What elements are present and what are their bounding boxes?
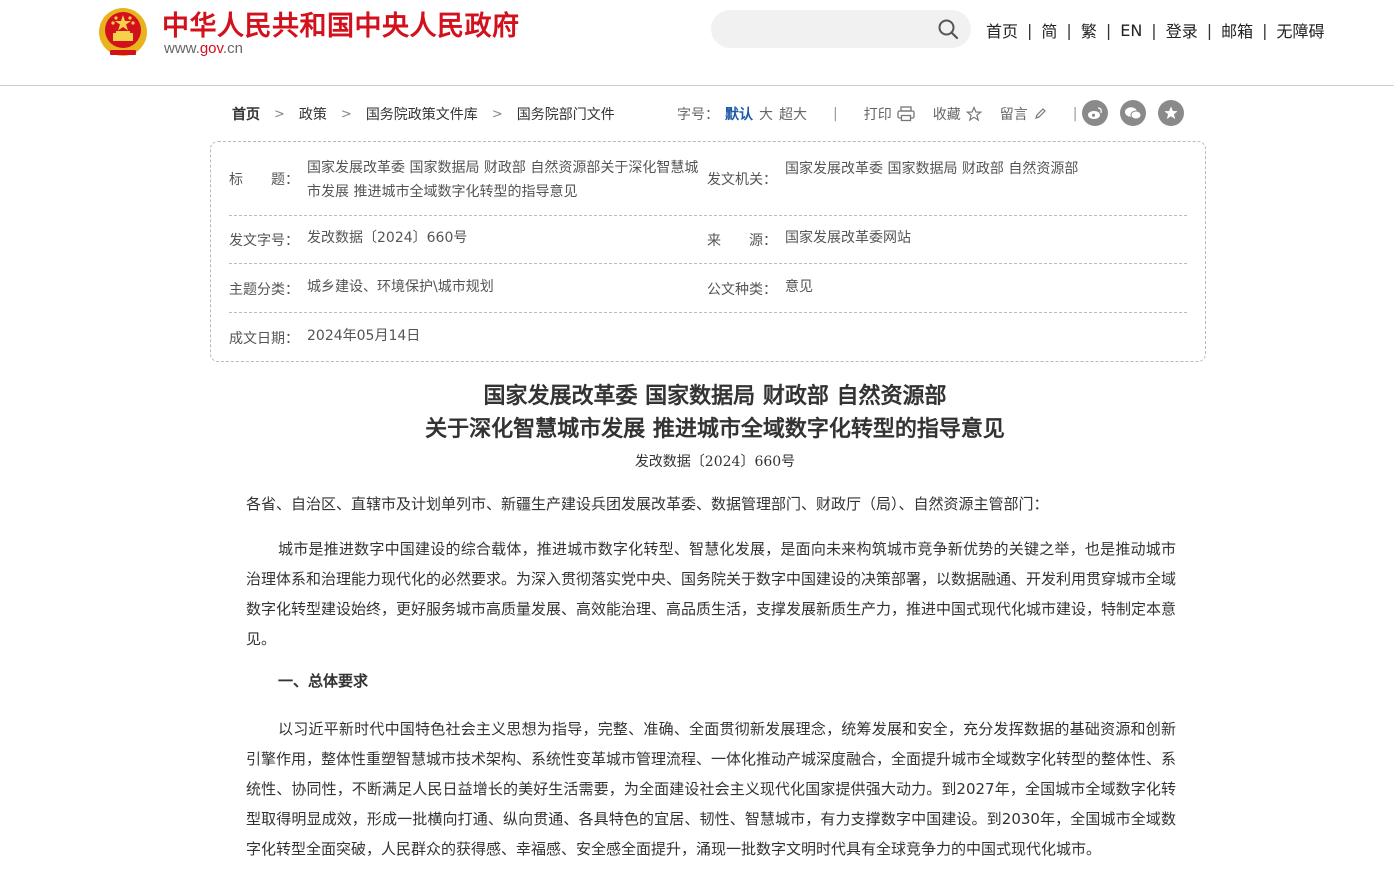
article-title-line2: 关于深化智慧城市发展 推进城市全域数字化转型的指导意见: [425, 416, 1005, 442]
breadcrumb-bar: 首页 > 政策 > 国务院政策文件库 > 国务院部门文件 字号： 默认 大 超大…: [232, 100, 1192, 126]
article-doc-number: 发改数据〔2024〕660号: [634, 454, 796, 470]
info-issuer-value: 国家发展改革委 国家数据局 财政部 自然资源部: [785, 161, 1079, 177]
info-row: 发文字号： 发改数据〔2024〕660号 来 源： 国家发展改革委网站: [229, 216, 1187, 264]
info-topic-key: 主题分类：: [229, 282, 299, 298]
article-paragraph: 城市是推进数字中国建设的综合载体，推进城市数字化转型、智慧化发展，是面向未来构筑…: [246, 540, 1177, 648]
info-date-key: 成文日期：: [229, 331, 299, 347]
weibo-icon: [1088, 107, 1102, 119]
info-source-key: 来 源：: [707, 233, 777, 249]
site-url: www.gov.cn: [164, 40, 243, 57]
weibo-share-button[interactable]: [1082, 100, 1108, 126]
info-type-key: 公文种类：: [707, 282, 777, 298]
site-url-gov: gov: [199, 40, 223, 57]
nav-login[interactable]: 登录: [1166, 18, 1198, 42]
font-size-large[interactable]: 大: [759, 104, 773, 124]
share-icons: [1082, 100, 1196, 126]
info-docno-key: 发文字号：: [229, 233, 299, 249]
breadcrumb-policy[interactable]: 政策: [299, 104, 327, 124]
site-url-suffix: .cn: [222, 40, 243, 57]
search-input[interactable]: [727, 10, 927, 48]
info-type-value: 意见: [785, 279, 813, 295]
chevron-right-icon: >: [491, 106, 503, 122]
article-salutation: 各省、自治区、直辖市及计划单列市、新疆生产建设兵团发展改革委、数据管理部门、财政…: [246, 495, 1049, 513]
article-paragraph: 以习近平新时代中国特色社会主义思想为指导，完整、准确、全面贯彻新发展理念，统筹发…: [246, 720, 1177, 858]
print-label: 打印: [863, 107, 892, 123]
star-icon: [965, 106, 982, 122]
top-nav: 首页 | 简 | 繁 | EN | 登录 | 邮箱 | 无障碍: [986, 18, 1325, 42]
nav-separator: |: [1151, 20, 1157, 40]
nav-english[interactable]: EN: [1120, 21, 1142, 40]
font-size-xlarge[interactable]: 超大: [779, 104, 807, 124]
article-tools: 字号： 默认 大 超大 | 打印 收藏 留言 |: [677, 104, 1103, 124]
nav-separator: |: [1262, 20, 1268, 40]
info-title-value: 国家发展改革委 国家数据局 财政部 自然资源部关于深化智慧城市发展 推进城市全域…: [307, 160, 699, 200]
nav-separator: |: [1066, 20, 1072, 40]
tools-separator: |: [1072, 106, 1078, 122]
info-topic-value: 城乡建设、环境保护\城市规划: [307, 279, 494, 295]
info-title-key: 标 题：: [229, 172, 299, 188]
comment-label: 留言: [999, 107, 1028, 123]
search-icon[interactable]: [937, 18, 959, 40]
wechat-icon: [1125, 107, 1142, 120]
nav-separator: |: [1027, 20, 1033, 40]
nav-simplified[interactable]: 简: [1041, 18, 1057, 42]
favorite-share-button[interactable]: [1158, 100, 1184, 126]
info-date-value: 2024年05月14日: [307, 328, 421, 344]
star-icon: [1164, 106, 1178, 119]
wechat-share-button[interactable]: [1120, 100, 1146, 126]
breadcrumb-policy-library[interactable]: 国务院政策文件库: [366, 104, 478, 124]
info-cell-title: 标 题： 国家发展改革委 国家数据局 财政部 自然资源部关于深化智慧城市发展 推…: [229, 156, 709, 204]
favorite-label: 收藏: [932, 107, 961, 123]
site-header: 中华人民共和国中央人民政府 www.gov.cn 首页 | 简 | 繁 | EN…: [0, 0, 1394, 86]
chevron-right-icon: >: [274, 106, 285, 122]
nav-traditional[interactable]: 繁: [1081, 18, 1097, 42]
comment-button[interactable]: 留言: [1000, 104, 1047, 124]
info-row: 标 题： 国家发展改革委 国家数据局 财政部 自然资源部关于深化智慧城市发展 推…: [229, 156, 1187, 216]
document-info-box: 标 题： 国家发展改革委 国家数据局 财政部 自然资源部关于深化智慧城市发展 推…: [210, 141, 1206, 362]
nav-home[interactable]: 首页: [986, 18, 1018, 42]
site-url-prefix: www.: [164, 40, 200, 57]
breadcrumb: 首页 > 政策 > 国务院政策文件库 > 国务院部门文件: [232, 104, 615, 124]
search-box: [711, 10, 971, 48]
nav-separator: |: [1105, 20, 1112, 40]
breadcrumb-department-docs[interactable]: 国务院部门文件: [517, 104, 615, 124]
font-size-default[interactable]: 默认: [725, 104, 753, 124]
breadcrumb-home[interactable]: 首页: [232, 104, 260, 124]
info-docno-value: 发改数据〔2024〕660号: [307, 230, 468, 246]
info-row: 主题分类： 城乡建设、环境保护\城市规划 公文种类： 意见: [229, 264, 1187, 313]
favorite-button[interactable]: 收藏: [933, 104, 982, 124]
article-heading: 一、总体要求: [278, 672, 369, 690]
nav-accessibility[interactable]: 无障碍: [1277, 18, 1325, 42]
pencil-icon: [1034, 108, 1046, 119]
national-emblem-icon[interactable]: [98, 6, 148, 58]
info-issuer-key: 发文机关：: [707, 172, 777, 188]
nav-separator: |: [1206, 20, 1213, 40]
article-title-line1: 国家发展改革委 国家数据局 财政部 自然资源部: [483, 383, 947, 409]
info-row: 成文日期： 2024年05月14日: [229, 313, 1187, 361]
info-source-value: 国家发展改革委网站: [785, 230, 911, 246]
printer-icon: [897, 106, 915, 122]
chevron-right-icon: >: [340, 106, 352, 122]
tools-separator: |: [833, 106, 838, 122]
info-cell-issuer: 发文机关： 国家发展改革委 国家数据局 财政部 自然资源部: [707, 156, 1187, 204]
print-button[interactable]: 打印: [864, 104, 915, 124]
font-size-label: 字号：: [677, 107, 719, 123]
site-name[interactable]: 中华人民共和国中央人民政府: [162, 4, 520, 43]
nav-mail[interactable]: 邮箱: [1221, 18, 1253, 42]
